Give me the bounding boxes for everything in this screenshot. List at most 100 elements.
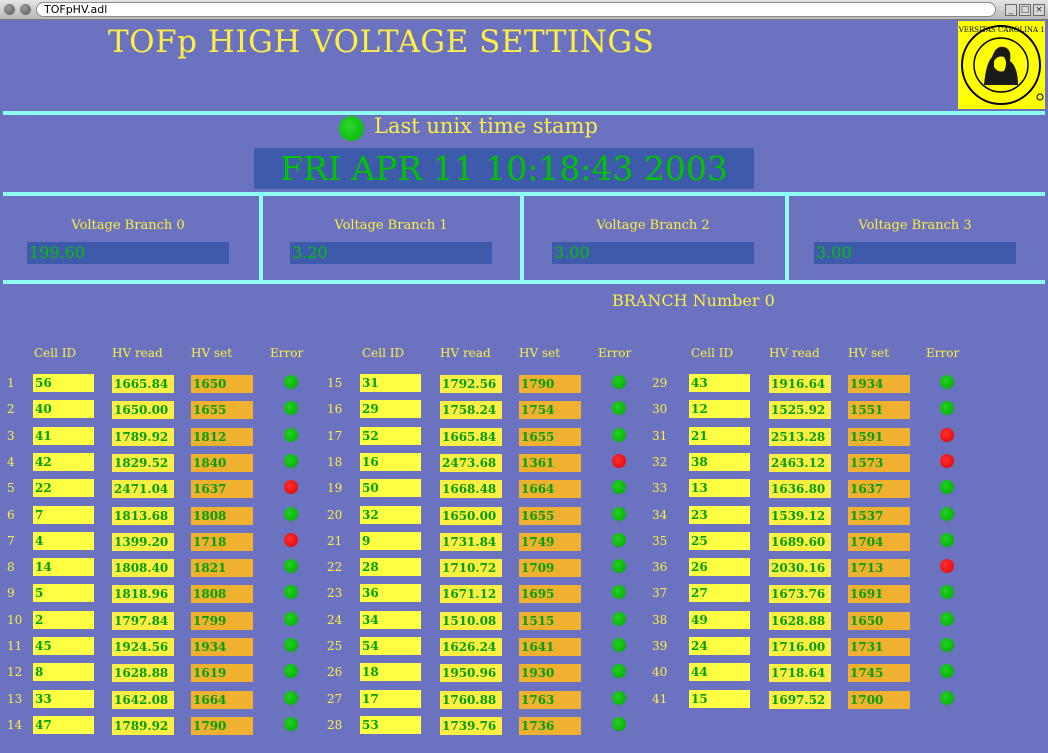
separator-v1 (259, 196, 263, 282)
hv-set-field[interactable]: 1799 (191, 612, 253, 630)
cell-id-field[interactable]: 44 (689, 663, 750, 681)
error-status-led (940, 638, 954, 652)
hv-set-field[interactable]: 1537 (848, 507, 910, 525)
cell-id-field[interactable]: 22 (33, 479, 94, 497)
cell-id-field[interactable]: 41 (33, 427, 94, 445)
col-header-cell-id: Cell ID (362, 346, 405, 360)
cell-id-field[interactable]: 18 (360, 663, 421, 681)
cell-id-field[interactable]: 42 (33, 453, 94, 471)
cell-id-field[interactable]: 32 (360, 506, 421, 524)
hv-set-field[interactable]: 1709 (519, 559, 581, 577)
hv-set-field[interactable]: 1745 (848, 664, 910, 682)
window-shade-icon[interactable] (20, 4, 31, 15)
hv-set-field[interactable]: 1754 (519, 401, 581, 419)
hv-set-field[interactable]: 1808 (191, 585, 253, 603)
hv-set-field[interactable]: 1704 (848, 533, 910, 551)
cell-id-field[interactable]: 36 (360, 584, 421, 602)
hv-set-field[interactable]: 1591 (848, 428, 910, 446)
hv-set-field[interactable]: 1695 (519, 585, 581, 603)
cell-id-field[interactable]: 38 (689, 453, 750, 471)
hv-set-field[interactable]: 1930 (519, 664, 581, 682)
cell-id-field[interactable]: 2 (33, 611, 94, 629)
cell-id-field[interactable]: 33 (33, 690, 94, 708)
separator-v2 (520, 196, 524, 282)
minimize-button[interactable]: _ (1005, 4, 1017, 16)
cell-id-field[interactable]: 34 (360, 611, 421, 629)
cell-id-field[interactable]: 31 (360, 374, 421, 392)
hv-set-field[interactable]: 1664 (519, 480, 581, 498)
error-status-led (940, 559, 954, 573)
hv-set-field[interactable]: 1637 (848, 480, 910, 498)
cell-id-field[interactable]: 45 (33, 637, 94, 655)
hv-set-field[interactable]: 1821 (191, 559, 253, 577)
row-number: 24 (327, 613, 343, 627)
close-button[interactable]: × (1033, 4, 1045, 16)
cell-id-field[interactable]: 16 (360, 453, 421, 471)
cell-id-field[interactable]: 4 (33, 532, 94, 550)
cell-id-field[interactable]: 24 (689, 637, 750, 655)
hv-set-field[interactable]: 1840 (191, 454, 253, 472)
cell-id-field[interactable]: 8 (33, 663, 94, 681)
hv-set-field[interactable]: 1749 (519, 533, 581, 551)
hv-set-field[interactable]: 1934 (191, 638, 253, 656)
hv-set-field[interactable]: 1790 (191, 717, 253, 735)
cell-id-field[interactable]: 7 (33, 506, 94, 524)
hv-set-field[interactable]: 1650 (848, 612, 910, 630)
hv-set-field[interactable]: 1664 (191, 691, 253, 709)
cell-id-field[interactable]: 9 (360, 532, 421, 550)
hv-set-field[interactable]: 1650 (191, 375, 253, 393)
error-status-led (612, 559, 626, 573)
window-menu-icon[interactable] (4, 4, 15, 15)
hv-set-field[interactable]: 1515 (519, 612, 581, 630)
cell-id-field[interactable]: 15 (689, 690, 750, 708)
hv-set-field[interactable]: 1700 (848, 691, 910, 709)
hv-set-field[interactable]: 1731 (848, 638, 910, 656)
row-number: 2 (7, 402, 15, 416)
hv-set-field[interactable]: 1790 (519, 375, 581, 393)
hv-set-field[interactable]: 1637 (191, 480, 253, 498)
cell-id-field[interactable]: 52 (360, 427, 421, 445)
hv-set-field[interactable]: 1934 (848, 375, 910, 393)
cell-id-field[interactable]: 21 (689, 427, 750, 445)
cell-id-field[interactable]: 43 (689, 374, 750, 392)
cell-id-field[interactable]: 29 (360, 400, 421, 418)
cell-id-field[interactable]: 27 (689, 584, 750, 602)
cell-id-field[interactable]: 40 (33, 400, 94, 418)
cell-id-field[interactable]: 50 (360, 479, 421, 497)
cell-id-field[interactable]: 54 (360, 637, 421, 655)
hv-set-field[interactable]: 1655 (519, 428, 581, 446)
hv-set-field[interactable]: 1812 (191, 428, 253, 446)
window-titlebar[interactable]: TOFpHV.adl _ □ × (0, 0, 1048, 20)
cell-id-field[interactable]: 26 (689, 558, 750, 576)
error-status-led (284, 559, 298, 573)
hv-set-field[interactable]: 1641 (519, 638, 581, 656)
cell-id-field[interactable]: 12 (689, 400, 750, 418)
row-number: 34 (652, 508, 668, 522)
cell-id-field[interactable]: 47 (33, 716, 94, 734)
cell-id-field[interactable]: 56 (33, 374, 94, 392)
hv-set-field[interactable]: 1655 (519, 507, 581, 525)
row-number: 41 (652, 692, 668, 706)
hv-set-field[interactable]: 1619 (191, 664, 253, 682)
hv-set-field[interactable]: 1691 (848, 585, 910, 603)
hv-set-field[interactable]: 1573 (848, 454, 910, 472)
hv-set-field[interactable]: 1736 (519, 717, 581, 735)
cell-id-field[interactable]: 17 (360, 690, 421, 708)
hv-set-field[interactable]: 1551 (848, 401, 910, 419)
cell-id-field[interactable]: 23 (689, 506, 750, 524)
cell-id-field[interactable]: 5 (33, 584, 94, 602)
hv-set-field[interactable]: 1361 (519, 454, 581, 472)
maximize-button[interactable]: □ (1019, 4, 1031, 16)
cell-id-field[interactable]: 49 (689, 611, 750, 629)
cell-id-field[interactable]: 13 (689, 479, 750, 497)
hv-set-field[interactable]: 1763 (519, 691, 581, 709)
error-status-led (284, 717, 298, 731)
cell-id-field[interactable]: 53 (360, 716, 421, 734)
hv-set-field[interactable]: 1808 (191, 507, 253, 525)
cell-id-field[interactable]: 14 (33, 558, 94, 576)
hv-set-field[interactable]: 1655 (191, 401, 253, 419)
cell-id-field[interactable]: 25 (689, 532, 750, 550)
hv-set-field[interactable]: 1718 (191, 533, 253, 551)
cell-id-field[interactable]: 28 (360, 558, 421, 576)
hv-set-field[interactable]: 1713 (848, 559, 910, 577)
